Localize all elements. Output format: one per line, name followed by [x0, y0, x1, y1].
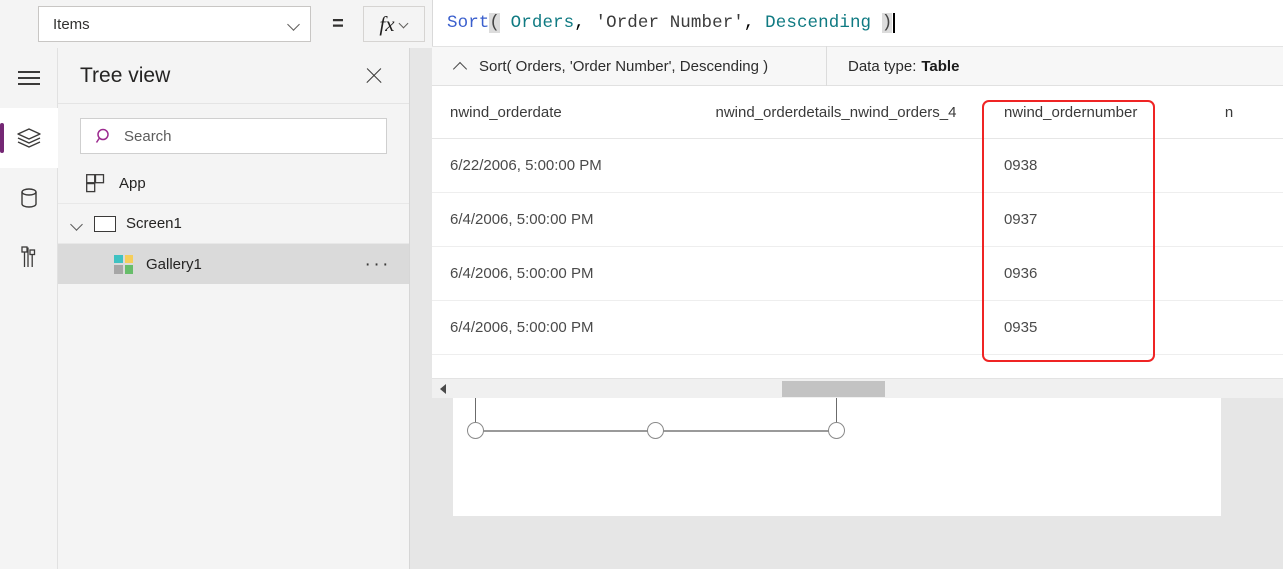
cell-ordernumber: 0937 — [1003, 211, 1038, 228]
search-input[interactable]: Search — [80, 118, 387, 154]
cell-orderdate: 6/4/2006, 5:00:00 PM — [450, 211, 594, 228]
formula-token-function: Sort — [447, 13, 490, 33]
tree-view-header: Tree view — [58, 48, 409, 104]
screen-icon — [94, 215, 116, 232]
data-type-label: Data type: — [848, 57, 917, 75]
formula-token-identifier: Descending — [765, 13, 872, 33]
tree-node-app[interactable]: App — [58, 164, 409, 204]
search-icon — [95, 128, 109, 143]
cell-ordernumber: 0936 — [1003, 265, 1038, 282]
app-canvas — [410, 398, 1283, 569]
formula-text: Sort( Orders, 'Order Number', Descending… — [447, 13, 893, 33]
column-header[interactable]: n — [1225, 104, 1283, 121]
table-row[interactable]: 6/22/2006, 5:00:00 PM 0938 — [432, 139, 1283, 193]
search-container: Search — [58, 104, 409, 164]
formula-input[interactable]: Sort( Orders, 'Order Number', Descending… — [432, 0, 1283, 46]
rail-item-data[interactable] — [0, 168, 58, 228]
formula-token-plain: , — [743, 13, 766, 33]
cell-ordernumber: 0935 — [1003, 319, 1038, 336]
text-cursor — [893, 13, 895, 33]
table-row[interactable]: 6/4/2006, 5:00:00 PM 0937 — [432, 193, 1283, 247]
resize-handle[interactable] — [647, 422, 664, 439]
close-icon[interactable] — [361, 63, 387, 89]
fx-dropdown-button[interactable]: fx — [363, 6, 425, 42]
property-dropdown-value: Items — [53, 15, 90, 33]
data-preview-table: nwind_orderdate nwind_orderdetails_nwind… — [432, 86, 1283, 378]
column-header[interactable]: nwind_orderdate — [432, 104, 715, 121]
table-row[interactable]: 6/4/2006, 5:00:00 PM 0935 — [432, 301, 1283, 355]
formula-token-plain — [500, 13, 511, 33]
resize-handle[interactable] — [828, 422, 845, 439]
formula-token-identifier: Orders — [510, 13, 575, 33]
table-horizontal-scrollbar[interactable] — [432, 378, 1283, 398]
tree-view-panel: Tree view Search App Screen1 Gallery1 ··… — [58, 48, 410, 569]
table-header-row: nwind_orderdate nwind_orderdetails_nwind… — [432, 86, 1283, 139]
chevron-down-icon — [288, 18, 300, 30]
scroll-left-arrow-icon[interactable] — [432, 379, 454, 399]
database-icon — [21, 188, 37, 208]
formula-token-paren: ( — [489, 13, 501, 33]
chevron-down-icon — [399, 19, 409, 29]
formula-preview-text: Sort( Orders, 'Order Number', Descending… — [479, 57, 769, 75]
layers-icon — [17, 128, 41, 148]
property-dropdown[interactable]: Items — [38, 6, 311, 42]
chevron-up-icon[interactable] — [454, 60, 467, 73]
column-header[interactable]: nwind_ordernumber — [982, 104, 1225, 121]
formula-token-string: 'Order Number' — [595, 13, 744, 33]
scrollbar-thumb[interactable] — [782, 381, 885, 397]
insert-tools-icon — [21, 246, 36, 267]
search-placeholder: Search — [124, 127, 172, 145]
tree-node-gallery1[interactable]: Gallery1 ··· — [58, 244, 409, 284]
table-row[interactable]: 6/4/2006, 5:00:00 PM 0936 — [432, 247, 1283, 301]
fx-icon: fx — [379, 11, 395, 36]
formula-token-plain: , — [574, 13, 596, 33]
formula-preview[interactable]: Sort( Orders, 'Order Number', Descending… — [432, 46, 827, 86]
tree-node-label: App — [119, 175, 146, 192]
cell-orderdate: 6/22/2006, 5:00:00 PM — [450, 157, 602, 174]
tree-node-label: Gallery1 — [146, 255, 202, 273]
cell-orderdate: 6/4/2006, 5:00:00 PM — [450, 319, 594, 336]
canvas-screen[interactable] — [453, 398, 1221, 516]
rail-item-insert[interactable] — [0, 228, 58, 288]
formula-token-paren: ) — [881, 13, 893, 33]
app-window: Items = fx Sort( Orders, 'Order Number',… — [0, 0, 1283, 569]
more-options-icon[interactable]: ··· — [365, 255, 391, 274]
tree-node-screen1[interactable]: Screen1 — [58, 204, 409, 244]
data-type-info: Data type: Table — [827, 46, 959, 86]
column-header[interactable]: nwind_orderdetails_nwind_orders_4 — [715, 104, 981, 121]
resize-handle[interactable] — [467, 422, 484, 439]
formula-info-row: Sort( Orders, 'Order Number', Descending… — [432, 46, 1283, 86]
tree-node-label: Screen1 — [126, 215, 182, 232]
panel-title: Tree view — [80, 63, 171, 87]
rail-item-menu[interactable] — [0, 48, 58, 108]
cell-orderdate: 6/4/2006, 5:00:00 PM — [450, 265, 594, 282]
chevron-down-icon[interactable] — [70, 217, 84, 231]
data-type-value: Table — [921, 57, 960, 75]
rail-item-tree-view[interactable] — [0, 108, 58, 168]
cell-ordernumber: 0938 — [1003, 157, 1038, 174]
gallery-icon — [114, 254, 133, 274]
hamburger-icon — [18, 71, 40, 85]
formula-token-plain — [871, 13, 882, 33]
app-icon — [86, 174, 105, 193]
equals-sign: = — [332, 12, 344, 35]
left-icon-rail — [0, 48, 58, 569]
